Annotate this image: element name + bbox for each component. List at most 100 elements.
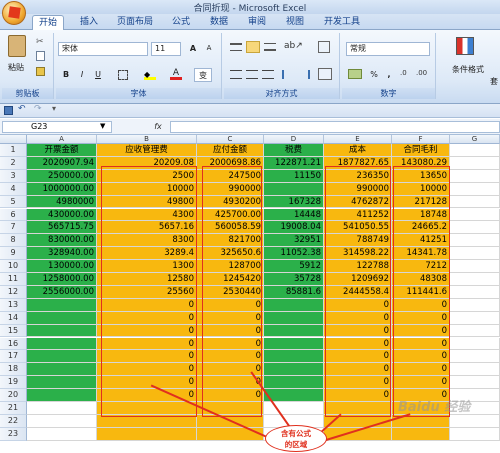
cell-c16[interactable]: 0 — [197, 337, 264, 351]
underline-button[interactable]: U — [92, 68, 104, 82]
cell-e1[interactable]: 成本 — [324, 144, 392, 157]
cell-c14[interactable]: 0 — [197, 311, 264, 325]
cell-a2[interactable]: 2020907.94 — [27, 156, 97, 170]
cell-a23[interactable] — [27, 427, 97, 441]
grow-font-button[interactable]: A — [186, 42, 200, 56]
cell-a19[interactable] — [27, 376, 97, 390]
cell-f1[interactable]: 合同毛利 — [392, 144, 450, 157]
cell-e9[interactable]: 314598.22 — [324, 247, 392, 261]
cell-f4[interactable]: 10000 — [392, 182, 450, 196]
row-header-19[interactable]: 19 — [0, 376, 27, 390]
row-header-2[interactable]: 2 — [0, 156, 27, 170]
cell-c15[interactable]: 0 — [197, 324, 264, 338]
cell-d17[interactable] — [264, 350, 324, 364]
cell-a12[interactable]: 2556000.00 — [27, 285, 97, 299]
tab-review[interactable]: 审阅 — [248, 15, 266, 30]
cell-b22[interactable] — [97, 414, 197, 428]
row-header-20[interactable]: 20 — [0, 389, 27, 402]
cell-a13[interactable] — [27, 298, 97, 312]
font-color-icon[interactable]: A — [170, 68, 182, 80]
cell-d5[interactable]: 167328 — [264, 195, 324, 209]
tab-developer[interactable]: 开发工具 — [324, 15, 360, 30]
cell-e8[interactable]: 788749 — [324, 234, 392, 248]
cell-d1[interactable]: 税费 — [264, 144, 324, 157]
column-header-c[interactable]: C — [197, 135, 264, 144]
cell-c6[interactable]: 425700.00 — [197, 208, 264, 222]
row-header-14[interactable]: 14 — [0, 311, 27, 325]
tab-formulas[interactable]: 公式 — [172, 15, 190, 30]
cell-f5[interactable]: 217128 — [392, 195, 450, 209]
tab-insert[interactable]: 插入 — [80, 15, 98, 30]
row-header-18[interactable]: 18 — [0, 363, 27, 377]
office-button[interactable] — [2, 1, 26, 25]
customize-qat-icon[interactable]: ▾ — [52, 104, 56, 113]
row-header-1[interactable]: 1 — [0, 144, 27, 157]
cell-d15[interactable] — [264, 324, 324, 338]
cell-g22[interactable] — [450, 414, 500, 428]
comma-button[interactable]: , — [384, 68, 394, 82]
cell-f16[interactable]: 0 — [392, 337, 450, 351]
cell-b16[interactable]: 0 — [97, 337, 197, 351]
cell-b14[interactable]: 0 — [97, 311, 197, 325]
cell-e20[interactable]: 0 — [324, 389, 392, 402]
row-header-4[interactable]: 4 — [0, 182, 27, 196]
column-header-b[interactable]: B — [97, 135, 197, 144]
wrap-text-icon[interactable] — [318, 41, 330, 53]
align-bottom-icon[interactable] — [264, 43, 276, 51]
cell-d4[interactable] — [264, 182, 324, 196]
cell-g11[interactable] — [450, 273, 500, 286]
cell-b15[interactable]: 0 — [97, 324, 197, 338]
format-painter-icon[interactable] — [36, 67, 45, 76]
cell-a21[interactable] — [27, 402, 97, 415]
cell-f23[interactable] — [392, 427, 450, 441]
cell-d19[interactable] — [264, 376, 324, 390]
cell-b18[interactable]: 0 — [97, 363, 197, 377]
cell-d10[interactable]: 5912 — [264, 260, 324, 273]
increase-decimal-icon[interactable]: .0 — [400, 69, 407, 77]
cell-c9[interactable]: 325650.6 — [197, 247, 264, 261]
cell-e13[interactable]: 0 — [324, 298, 392, 312]
paste-button[interactable]: 粘贴 — [4, 61, 28, 75]
cell-g3[interactable] — [450, 169, 500, 183]
font-size-select[interactable]: 11 — [151, 42, 181, 56]
decrease-indent-icon[interactable] — [282, 70, 294, 79]
align-right-icon[interactable] — [262, 70, 274, 79]
cell-e16[interactable]: 0 — [324, 337, 392, 351]
name-box[interactable]: G23 — [2, 121, 112, 133]
align-center-icon[interactable] — [246, 70, 258, 79]
redo-icon[interactable]: ↷ — [34, 104, 42, 114]
bold-button[interactable]: B — [60, 68, 72, 82]
column-header-f[interactable]: F — [392, 135, 450, 144]
cell-e12[interactable]: 2444558.4 — [324, 285, 392, 299]
cell-b6[interactable]: 4300 — [97, 208, 197, 222]
cell-c11[interactable]: 1245420 — [197, 273, 264, 286]
orientation-icon[interactable]: ab↗ — [284, 41, 303, 51]
shrink-font-button[interactable]: A — [202, 42, 216, 56]
cell-e21[interactable] — [324, 402, 392, 415]
cell-c12[interactable]: 2530440 — [197, 285, 264, 299]
cell-g17[interactable] — [450, 350, 500, 364]
cell-g6[interactable] — [450, 208, 500, 222]
cell-c20[interactable]: 0 — [197, 389, 264, 402]
cell-d14[interactable] — [264, 311, 324, 325]
fill-color-icon[interactable]: ◆ — [144, 70, 156, 80]
italic-button[interactable]: I — [76, 68, 88, 82]
cell-b8[interactable]: 8300 — [97, 234, 197, 248]
column-header-e[interactable]: E — [324, 135, 392, 144]
merge-center-icon[interactable] — [318, 68, 332, 80]
cut-icon[interactable]: ✂ — [36, 37, 44, 47]
column-header-d[interactable]: D — [264, 135, 324, 144]
cell-e5[interactable]: 4762872 — [324, 195, 392, 209]
cell-b3[interactable]: 2500 — [97, 169, 197, 183]
border-icon[interactable] — [118, 70, 128, 80]
format-table-button[interactable]: 套 — [488, 75, 500, 89]
cell-e11[interactable]: 1209692 — [324, 273, 392, 286]
cell-g14[interactable] — [450, 311, 500, 325]
cell-b11[interactable]: 12580 — [97, 273, 197, 286]
phonetic-button[interactable]: 变 — [194, 68, 212, 82]
row-header-10[interactable]: 10 — [0, 260, 27, 273]
cell-d6[interactable]: 14448 — [264, 208, 324, 222]
cell-g19[interactable] — [450, 376, 500, 390]
cell-f12[interactable]: 111441.6 — [392, 285, 450, 299]
increase-indent-icon[interactable] — [298, 70, 310, 79]
